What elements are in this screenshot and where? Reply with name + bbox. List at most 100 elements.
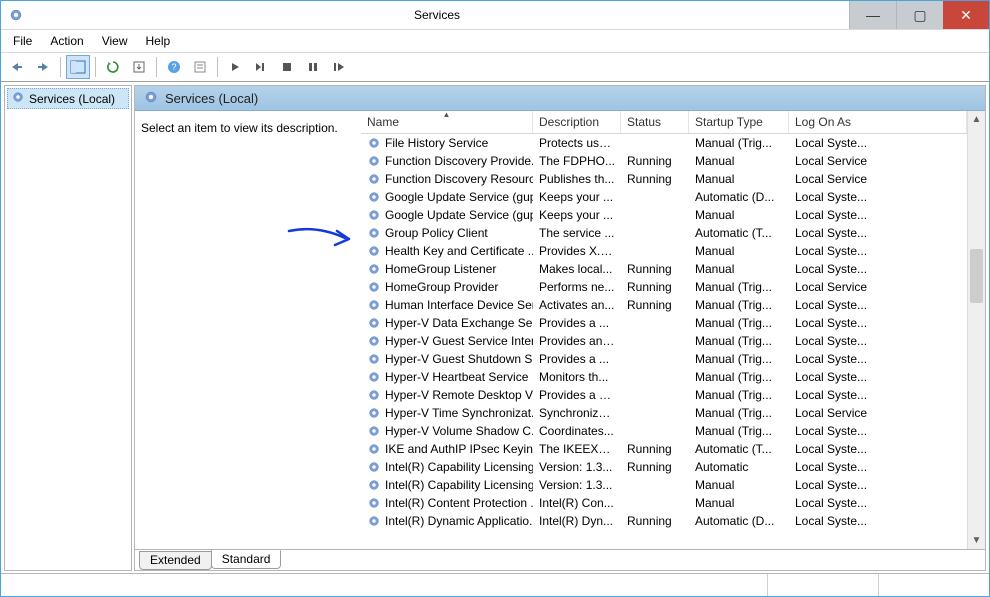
tree-root-services-local[interactable]: Services (Local) — [7, 88, 129, 109]
service-row[interactable]: Hyper-V Guest Shutdown S...Provides a ..… — [361, 350, 967, 368]
help-button[interactable]: ? — [162, 55, 186, 79]
service-name-cell: Hyper-V Volume Shadow C... — [361, 424, 533, 438]
service-row[interactable]: Intel(R) Capability Licensing...Version:… — [361, 476, 967, 494]
maximize-button[interactable]: ▢ — [896, 1, 943, 29]
stop-service-button[interactable] — [275, 55, 299, 79]
menu-view[interactable]: View — [94, 32, 136, 50]
service-startup-cell: Manual — [689, 478, 789, 492]
service-name-label: Group Policy Client — [385, 226, 488, 240]
export-list-button[interactable] — [127, 55, 151, 79]
gear-icon — [367, 514, 381, 528]
service-name-label: Function Discovery Resourc... — [385, 172, 533, 186]
menu-help[interactable]: Help — [138, 32, 179, 50]
statusbar — [1, 573, 989, 596]
service-row[interactable]: File History ServiceProtects use...Manua… — [361, 134, 967, 152]
service-row[interactable]: Hyper-V Guest Service Inter...Provides a… — [361, 332, 967, 350]
service-row[interactable]: IKE and AuthIP IPsec Keying...The IKEEXT… — [361, 440, 967, 458]
service-desc-cell: Makes local... — [533, 262, 621, 276]
show-tree-button[interactable] — [66, 55, 90, 79]
service-row[interactable]: HomeGroup ProviderPerforms ne...RunningM… — [361, 278, 967, 296]
service-name-cell: Hyper-V Remote Desktop Vi... — [361, 388, 533, 402]
gear-icon — [367, 406, 381, 420]
service-row[interactable]: Function Discovery Provide...The FDPHO..… — [361, 152, 967, 170]
nav-forward-button[interactable] — [31, 55, 55, 79]
service-name-cell: Hyper-V Time Synchronizat... — [361, 406, 533, 420]
nav-back-button[interactable] — [5, 55, 29, 79]
menu-action[interactable]: Action — [42, 32, 91, 50]
gear-icon — [143, 89, 159, 108]
gear-icon — [367, 136, 381, 150]
toolbar-separator — [156, 57, 157, 77]
service-logon-cell: Local Service — [789, 280, 967, 294]
service-row[interactable]: Health Key and Certificate ...Provides X… — [361, 242, 967, 260]
service-startup-cell: Manual (Trig... — [689, 370, 789, 384]
gear-icon — [367, 370, 381, 384]
tab-standard[interactable]: Standard — [211, 550, 282, 569]
pause-service-button[interactable] — [301, 55, 325, 79]
service-startup-cell: Automatic (T... — [689, 226, 789, 240]
menu-file[interactable]: File — [5, 32, 40, 50]
restart-service-button[interactable] — [327, 55, 351, 79]
minimize-button[interactable]: — — [849, 1, 896, 29]
service-row[interactable]: Group Policy ClientThe service ...Automa… — [361, 224, 967, 242]
description-hint: Select an item to view its description. — [141, 121, 338, 135]
column-description[interactable]: Description — [533, 111, 621, 133]
scroll-thumb[interactable] — [970, 249, 983, 303]
service-name-cell: Hyper-V Heartbeat Service — [361, 370, 533, 384]
column-logon[interactable]: Log On As — [789, 111, 967, 133]
column-name[interactable]: ▲ Name — [361, 111, 533, 133]
service-desc-cell: Protects use... — [533, 136, 621, 150]
service-row[interactable]: Hyper-V Data Exchange Ser...Provides a .… — [361, 314, 967, 332]
service-name-cell: Google Update Service (gup... — [361, 190, 533, 204]
column-startup[interactable]: Startup Type — [689, 111, 789, 133]
service-startup-cell: Manual — [689, 244, 789, 258]
service-row[interactable]: Hyper-V Heartbeat ServiceMonitors th... M… — [361, 368, 967, 386]
pause-then-start-button[interactable] — [249, 55, 273, 79]
service-row[interactable]: Intel(R) Content Protection ...Intel(R) … — [361, 494, 967, 512]
gear-icon — [367, 262, 381, 276]
service-row[interactable]: Human Interface Device Ser...Activates a… — [361, 296, 967, 314]
refresh-button[interactable] — [101, 55, 125, 79]
start-service-button[interactable] — [223, 55, 247, 79]
service-desc-cell: Monitors th... — [533, 370, 621, 384]
service-desc-cell: The FDPHO... — [533, 154, 621, 168]
service-row[interactable]: HomeGroup ListenerMakes local...RunningM… — [361, 260, 967, 278]
gear-icon — [367, 334, 381, 348]
properties-button[interactable] — [188, 55, 212, 79]
service-row[interactable]: Hyper-V Time Synchronizat...Synchronize.… — [361, 404, 967, 422]
vertical-scrollbar[interactable]: ▲ ▼ — [967, 111, 985, 549]
service-name-cell: Group Policy Client — [361, 226, 533, 240]
service-desc-cell: Version: 1.3... — [533, 478, 621, 492]
service-name-cell: File History Service — [361, 136, 533, 150]
gear-icon — [367, 442, 381, 456]
service-status-cell: Running — [621, 460, 689, 474]
service-logon-cell: Local Service — [789, 406, 967, 420]
service-desc-cell: Provides a ... — [533, 352, 621, 366]
service-name-label: Hyper-V Guest Service Inter... — [385, 334, 533, 348]
service-desc-cell: Provides a ... — [533, 316, 621, 330]
service-name-cell: Intel(R) Capability Licensing... — [361, 478, 533, 492]
service-startup-cell: Manual (Trig... — [689, 388, 789, 402]
service-row[interactable]: Intel(R) Dynamic Applicatio...Intel(R) D… — [361, 512, 967, 530]
service-name-label: HomeGroup Listener — [385, 262, 496, 276]
service-row[interactable]: Google Update Service (gup...Keeps your … — [361, 188, 967, 206]
column-status[interactable]: Status — [621, 111, 689, 133]
service-name-cell: HomeGroup Provider — [361, 280, 533, 294]
service-row[interactable]: Hyper-V Remote Desktop Vi...Provides a p… — [361, 386, 967, 404]
scroll-down-icon[interactable]: ▼ — [968, 532, 985, 549]
toolbar-separator — [60, 57, 61, 77]
service-row[interactable]: Function Discovery Resourc...Publishes t… — [361, 170, 967, 188]
service-name-label: Intel(R) Content Protection ... — [385, 496, 533, 510]
close-button[interactable]: ✕ — [943, 1, 989, 29]
service-row[interactable]: Google Update Service (gup...Keeps your … — [361, 206, 967, 224]
service-name-label: Function Discovery Provide... — [385, 154, 533, 168]
tab-extended[interactable]: Extended — [139, 551, 212, 570]
service-row[interactable]: Hyper-V Volume Shadow C...Coordinates...… — [361, 422, 967, 440]
service-status-cell: Running — [621, 154, 689, 168]
gear-icon — [367, 172, 381, 186]
service-name-label: File History Service — [385, 136, 488, 150]
service-row[interactable]: Intel(R) Capability Licensing...Version:… — [361, 458, 967, 476]
list-body[interactable]: File History Service Protects use... Manua… — [361, 134, 967, 550]
gear-icon — [367, 460, 381, 474]
scroll-up-icon[interactable]: ▲ — [968, 111, 985, 128]
